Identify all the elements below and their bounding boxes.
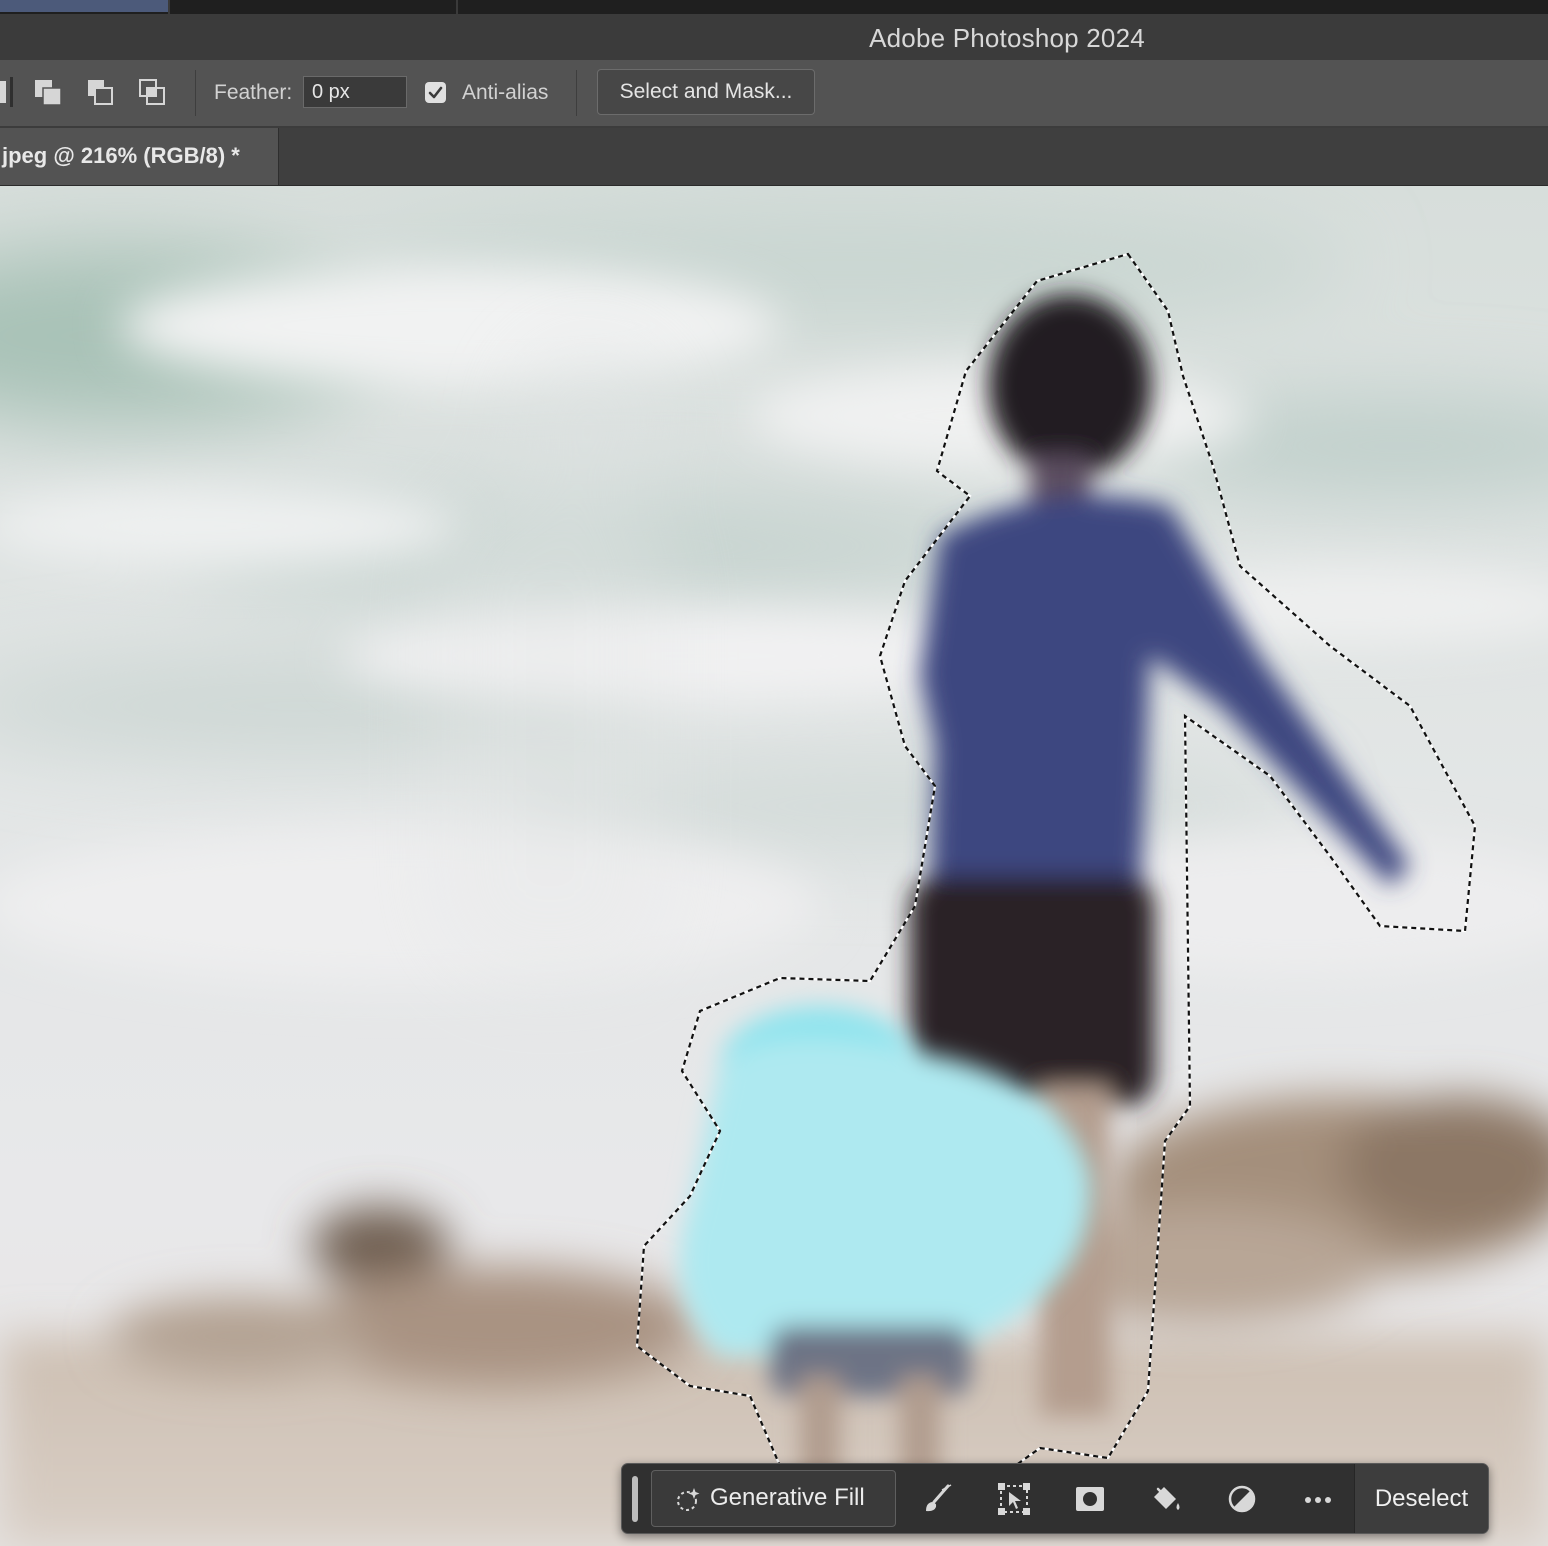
options-divider (195, 70, 196, 116)
add-to-selection-icon[interactable] (33, 77, 63, 107)
transform-selection-icon[interactable] (996, 1481, 1032, 1517)
top-strip-divider (456, 0, 458, 14)
generative-fill-icon (677, 1488, 700, 1511)
title-bar: Adobe Photoshop 2024 (0, 14, 1548, 61)
new-selection-icon[interactable] (0, 77, 22, 107)
intersect-with-selection-icon[interactable] (137, 77, 167, 107)
adjustment-icon[interactable] (1224, 1481, 1260, 1517)
top-strip-divider (168, 0, 170, 14)
generative-fill-button[interactable]: Generative Fill (651, 1470, 896, 1527)
anti-alias-checkbox[interactable] (425, 82, 446, 103)
document-canvas[interactable] (0, 186, 1548, 1546)
options-divider (576, 70, 577, 116)
top-strip (0, 0, 1548, 14)
document-tab[interactable]: jpeg @ 216% (RGB/8) * (0, 128, 279, 185)
app-title: Adobe Photoshop 2024 (869, 23, 1145, 53)
top-strip-thumbnail (0, 0, 168, 12)
subtract-from-selection-icon[interactable] (85, 77, 115, 107)
brush-icon[interactable] (920, 1481, 956, 1517)
deselect-button[interactable]: Deselect (1354, 1464, 1488, 1533)
generative-fill-label: Generative Fill (710, 1484, 865, 1511)
more-icon[interactable] (1300, 1481, 1336, 1517)
contextual-task-bar: Generative Fill Deselect (621, 1463, 1489, 1534)
feather-field[interactable] (303, 76, 407, 108)
feather-label: Feather: (214, 81, 293, 104)
fill-bucket-icon[interactable] (1148, 1481, 1184, 1517)
photo-image (0, 186, 1548, 1546)
document-tab-label: jpeg @ 216% (RGB/8) * (2, 143, 240, 168)
mask-icon[interactable] (1072, 1481, 1108, 1517)
select-and-mask-button[interactable]: Select and Mask... (597, 69, 815, 115)
anti-alias-label: Anti-alias (462, 81, 549, 104)
checkmark-icon (428, 86, 443, 99)
drag-handle[interactable] (632, 1476, 638, 1522)
